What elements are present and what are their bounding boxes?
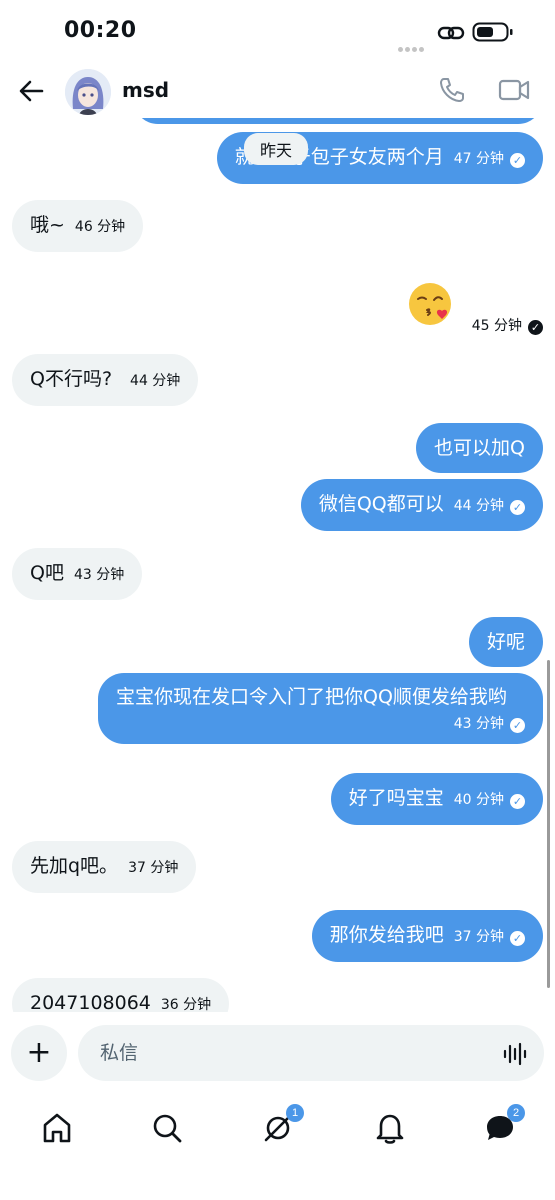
back-arrow-icon[interactable] [16,76,46,106]
signal-dots-icon [398,37,430,52]
message-bubble-outgoing[interactable]: 也可以加Q [416,423,543,473]
status-bar: 00:20 [0,0,555,62]
message-bubble-outgoing[interactable]: 宝宝你现在发口令入门了把你QQ顺便发给我哟 43 分钟 ✓ [98,673,543,744]
add-attachment-button[interactable]: + [11,1025,67,1081]
video-call-icon[interactable] [497,75,531,105]
message-time-row: 45 分钟 ✓ [472,315,543,335]
message-time: 40 分钟 [453,792,504,808]
search-icon[interactable] [147,1108,187,1148]
message-list[interactable]: 就相当于包子女友两个月 47 分钟 ✓ 昨天 哦~ 46 分钟 45 分钟 ✓ Q不行吗… [0,118,555,1012]
kiss-emoji-icon[interactable] [407,281,453,327]
message-time: 37 分钟 [128,860,179,876]
link-icon [437,26,465,40]
message-time: 44 分钟 [453,498,504,514]
message-bubble-partial [133,118,543,124]
message-text: Q不行吗? [30,368,113,390]
read-check-icon: ✓ [510,153,525,168]
message-bubble-outgoing[interactable]: 微信QQ都可以 44 分钟 ✓ [300,479,543,531]
message-bubble-incoming[interactable]: 2047108064 36 分钟 [12,978,230,1012]
status-time: 00:20 [64,18,137,43]
battery-icon [472,22,513,42]
message-text: 好呢 [486,631,525,653]
message-time: 46 分钟 [74,219,126,235]
message-bubble-outgoing[interactable]: 好呢 [468,617,543,667]
message-time: 37 分钟 [453,929,504,945]
plus-icon: + [26,1035,52,1070]
message-text: 也可以加Q [434,437,525,459]
phone-icon[interactable] [437,75,467,105]
read-check-icon: ✓ [528,320,543,335]
voice-waveform-icon[interactable] [502,1042,528,1066]
message-text: 先加q吧。 [30,855,119,877]
contact-name[interactable]: msd [122,78,169,102]
avatar-image [65,69,111,115]
read-check-icon: ✓ [510,718,525,733]
message-time: 45 分钟 [471,318,522,334]
message-bubble-outgoing[interactable]: 好了吗宝宝 40 分钟 ✓ [330,773,543,825]
scrollbar-thumb[interactable] [547,660,550,988]
home-icon[interactable] [37,1108,77,1148]
composer: + [0,1012,555,1094]
message-meta: 43 分钟 ✓ [116,711,525,735]
message-bubble-incoming[interactable]: 先加q吧。 37 分钟 [12,841,197,893]
avatar[interactable] [65,69,111,115]
message-time: 36 分钟 [160,997,212,1012]
read-check-icon: ✓ [510,931,525,946]
chat-header: msd [0,62,555,118]
message-text: 好了吗宝宝 [348,787,444,809]
message-text: 哦~ [30,214,65,236]
message-text: 宝宝你现在发口令入门了把你QQ顺便发给我哟 [116,686,507,708]
messages-badge: 2 [507,1104,525,1122]
read-check-icon: ✓ [510,794,525,809]
message-text: 微信QQ都可以 [318,493,444,515]
bottom-nav: 1 2 [0,1094,555,1200]
message-text: 2047108064 [30,992,151,1012]
message-time: 47 分钟 [453,151,504,167]
message-input[interactable] [78,1025,544,1081]
date-divider: 昨天 [244,133,309,165]
message-bubble-incoming[interactable]: Q吧 43 分钟 [12,548,143,600]
message-bubble-outgoing[interactable]: 那你发给我吧 37 分钟 ✓ [311,910,543,962]
message-text: 那你发给我吧 [329,924,444,946]
message-time: 44 分钟 [130,373,181,389]
message-text: Q吧 [30,562,64,584]
read-check-icon: ✓ [510,500,525,515]
bell-icon[interactable] [370,1108,410,1148]
message-bubble-incoming[interactable]: Q不行吗? 44 分钟 [12,354,199,406]
grok-badge: 1 [286,1104,304,1122]
message-time: 43 分钟 [453,716,504,732]
message-time: 43 分钟 [73,567,125,583]
message-bubble-incoming[interactable]: 哦~ 46 分钟 [12,200,144,252]
